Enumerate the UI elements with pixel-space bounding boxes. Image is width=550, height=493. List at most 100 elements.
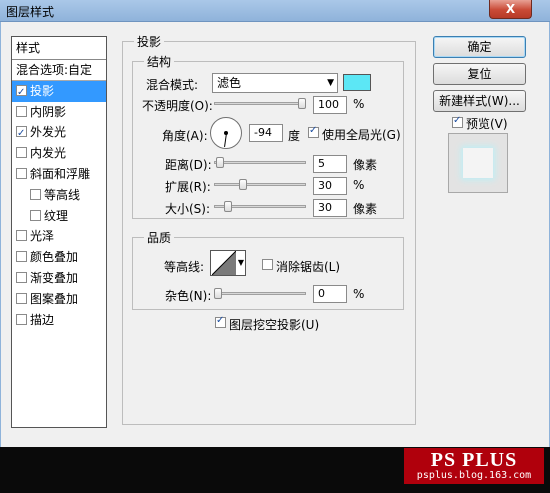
style-item-label: 投影 xyxy=(30,83,55,98)
style-item-label: 颜色叠加 xyxy=(30,250,79,265)
opacity-label: 不透明度(O): xyxy=(142,99,213,113)
distance-unit: 像素 xyxy=(353,158,378,172)
quality-title: 品质 xyxy=(144,229,175,246)
structure-title: 结构 xyxy=(144,53,175,70)
noise-slider-thumb[interactable] xyxy=(214,288,222,299)
style-item-checkbox[interactable] xyxy=(16,292,27,304)
chevron-down-icon: ▼ xyxy=(327,78,334,88)
angle-label: 角度(A): xyxy=(162,129,208,143)
style-item[interactable]: 投影 xyxy=(12,80,106,103)
style-item[interactable]: 内发光 xyxy=(12,143,106,164)
layer-knocks-out-checkbox[interactable] xyxy=(215,315,226,328)
style-item-checkbox[interactable] xyxy=(16,271,27,283)
style-preview xyxy=(448,133,508,193)
anti-aliased-checkbox[interactable] xyxy=(262,259,273,270)
watermark-logo: PS PLUS psplus.blog.163.com xyxy=(404,448,544,484)
size-label: 大小(S): xyxy=(165,202,211,216)
opacity-slider-thumb[interactable] xyxy=(298,98,306,109)
spread-slider-thumb[interactable] xyxy=(239,179,248,190)
style-item-checkbox[interactable] xyxy=(16,167,27,179)
title-bar: 图层样式 xyxy=(0,0,550,22)
window-title: 图层样式 xyxy=(6,5,55,19)
contour-picker[interactable]: ▼ xyxy=(210,250,246,276)
size-input[interactable]: 30 xyxy=(313,199,347,217)
ok-button[interactable]: 确定 xyxy=(433,36,526,58)
style-item[interactable]: 描边 xyxy=(12,310,106,331)
style-item-checkbox[interactable] xyxy=(16,230,27,242)
style-item-label: 光泽 xyxy=(30,229,55,244)
style-item[interactable]: 纹理 xyxy=(12,206,106,227)
style-item-checkbox[interactable] xyxy=(30,188,41,200)
style-item-checkbox[interactable] xyxy=(16,251,27,263)
style-preview-swatch xyxy=(463,148,493,178)
style-item[interactable]: 等高线 xyxy=(12,185,106,206)
style-item-checkbox[interactable] xyxy=(16,313,27,325)
style-item[interactable]: 斜面和浮雕 xyxy=(12,164,106,185)
style-item[interactable]: 光泽 xyxy=(12,226,106,247)
style-item-label: 渐变叠加 xyxy=(30,270,79,285)
distance-label: 距离(D): xyxy=(165,158,212,172)
angle-input[interactable]: -94 xyxy=(249,124,283,142)
style-item-label: 斜面和浮雕 xyxy=(30,166,91,181)
styles-list: 样式 混合选项:自定投影内阴影外发光内发光斜面和浮雕等高线纹理光泽颜色叠加渐变叠… xyxy=(11,36,107,428)
drop-shadow-title: 投影 xyxy=(134,33,165,50)
preview-label[interactable]: 预览(V) xyxy=(466,115,508,132)
contour-label: 等高线: xyxy=(164,260,205,274)
style-item-label: 内发光 xyxy=(30,146,67,161)
style-item-checkbox[interactable] xyxy=(16,147,27,159)
noise-label: 杂色(N): xyxy=(165,289,212,303)
styles-header: 样式 xyxy=(12,37,106,60)
style-item[interactable]: 内阴影 xyxy=(12,102,106,123)
style-item[interactable]: 渐变叠加 xyxy=(12,268,106,289)
noise-input[interactable]: 0 xyxy=(313,285,347,303)
blend-mode-select[interactable]: 滤色 ▼ xyxy=(212,73,338,93)
anti-aliased-label[interactable]: 消除锯齿(L) xyxy=(276,258,340,275)
style-item-label: 等高线 xyxy=(44,187,81,202)
contour-linear-icon xyxy=(212,251,236,275)
blend-mode-value: 滤色 xyxy=(217,76,242,90)
style-item[interactable]: 混合选项:自定 xyxy=(12,60,106,81)
spread-input[interactable]: 30 xyxy=(313,177,347,195)
close-button[interactable]: X xyxy=(489,0,532,19)
style-item[interactable]: 图案叠加 xyxy=(12,289,106,310)
use-global-light-checkbox[interactable] xyxy=(308,125,319,138)
shadow-color-swatch[interactable] xyxy=(343,74,371,91)
style-item-label: 图案叠加 xyxy=(30,291,79,306)
layer-knocks-out-label[interactable]: 图层挖空投影(U) xyxy=(229,316,319,333)
spread-label: 扩展(R): xyxy=(165,180,211,194)
style-item-label: 内阴影 xyxy=(30,104,67,119)
opacity-unit: % xyxy=(353,97,365,111)
angle-dial[interactable] xyxy=(210,117,242,149)
opacity-slider-track[interactable] xyxy=(214,102,306,105)
spread-slider-track[interactable] xyxy=(214,183,306,186)
distance-slider-thumb[interactable] xyxy=(215,157,224,168)
spread-unit: % xyxy=(353,178,365,192)
noise-slider-track[interactable] xyxy=(214,292,306,295)
style-item-checkbox[interactable] xyxy=(16,124,27,144)
new-style-button[interactable]: 新建样式(W)... xyxy=(433,90,526,112)
size-unit: 像素 xyxy=(353,202,378,216)
style-item-checkbox[interactable] xyxy=(16,83,27,103)
preview-checkbox[interactable] xyxy=(452,115,463,128)
style-item-label: 外发光 xyxy=(30,125,67,140)
distance-slider-track[interactable] xyxy=(214,161,306,164)
size-slider-thumb[interactable] xyxy=(224,201,233,212)
style-item[interactable]: 颜色叠加 xyxy=(12,247,106,268)
chevron-down-icon: ▼ xyxy=(237,258,244,267)
angle-dial-hand xyxy=(224,133,227,148)
noise-unit: % xyxy=(353,287,365,301)
style-item-label: 混合选项:自定 xyxy=(16,63,93,77)
watermark-url: psplus.blog.163.com xyxy=(416,470,532,481)
angle-unit: 度 xyxy=(288,129,301,143)
style-item-label: 描边 xyxy=(30,312,55,327)
style-item[interactable]: 外发光 xyxy=(12,122,106,144)
blend-mode-label: 混合模式: xyxy=(146,78,199,92)
opacity-input[interactable]: 100 xyxy=(313,96,347,114)
use-global-light-label[interactable]: 使用全局光(G) xyxy=(322,126,401,143)
watermark-title: PS PLUS xyxy=(430,449,518,471)
style-item-checkbox[interactable] xyxy=(30,209,41,221)
style-item-checkbox[interactable] xyxy=(16,105,27,117)
reset-button[interactable]: 复位 xyxy=(433,63,526,85)
style-item-label: 纹理 xyxy=(44,208,69,223)
distance-input[interactable]: 5 xyxy=(313,155,347,173)
